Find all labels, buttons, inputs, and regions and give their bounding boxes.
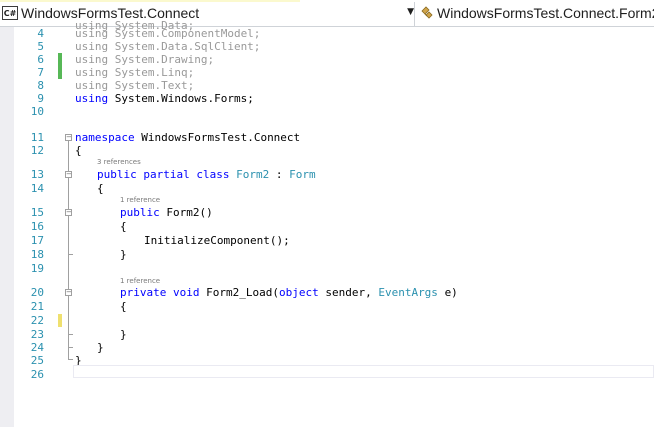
codelens-references[interactable]: 1 reference xyxy=(120,196,160,205)
outline-end xyxy=(68,347,73,348)
code-line: 15 public Form2() xyxy=(0,206,654,219)
code-line: 21 { xyxy=(0,300,654,313)
code-line: 19 xyxy=(0,262,654,275)
code-line: 5 using System.Data.SqlClient; xyxy=(0,40,654,53)
code-line: 9 using System.Windows.Forms; xyxy=(0,92,654,105)
code-text: using System.ComponentModel; xyxy=(75,27,261,40)
line-number: 14 xyxy=(30,182,44,195)
line-number: 21 xyxy=(30,300,44,313)
collapse-icon[interactable]: − xyxy=(65,209,72,216)
code-text: { xyxy=(75,144,82,157)
code-line: 13 public partial class Form2 : Form xyxy=(0,168,654,181)
code-text: namespace WindowsFormsTest.Connect xyxy=(75,131,301,144)
code-text: { xyxy=(97,182,104,195)
code-text: using System.Text; xyxy=(75,79,195,92)
code-line: 12 { xyxy=(0,144,654,157)
code-line: 17 InitializeComponent(); xyxy=(0,234,654,247)
code-text: using System.Drawing; xyxy=(75,53,215,66)
code-line: 11 namespace WindowsFormsTest.Connect xyxy=(0,131,654,144)
code-text: using System.Windows.Forms; xyxy=(75,92,254,105)
outline-end xyxy=(68,254,73,255)
code-text: { xyxy=(120,220,127,233)
outline-end xyxy=(68,359,73,360)
codelens-references[interactable]: 3 references xyxy=(97,158,141,167)
line-number: 10 xyxy=(30,105,44,118)
code-text: public Form2() xyxy=(120,206,213,219)
line-number: 7 xyxy=(37,66,44,79)
line-number: 22 xyxy=(30,314,44,327)
code-text: InitializeComponent(); xyxy=(144,234,290,247)
outline-end xyxy=(68,334,73,335)
collapse-icon[interactable]: − xyxy=(65,171,72,178)
code-line: 16 { xyxy=(0,220,654,233)
line-number: 9 xyxy=(37,92,44,105)
line-number: 24 xyxy=(30,341,44,354)
line-number: 13 xyxy=(30,168,44,181)
code-line: 20 private void Form2_Load(object sender… xyxy=(0,286,654,299)
line-number: 23 xyxy=(30,328,44,341)
csharp-project-icon: C# xyxy=(2,6,18,20)
code-text: } xyxy=(97,341,104,354)
code-text: private void Form2_Load(object sender, E… xyxy=(120,286,458,299)
collapse-icon[interactable]: − xyxy=(65,289,72,296)
code-text: { xyxy=(120,300,127,313)
line-number: 17 xyxy=(30,234,44,247)
line-number: 25 xyxy=(30,354,44,367)
line-number: 15 xyxy=(30,206,44,219)
code-line: 10 xyxy=(0,105,654,118)
line-number: 19 xyxy=(30,262,44,275)
saved-change-indicator xyxy=(58,53,62,79)
chevron-down-icon[interactable]: ▼ xyxy=(407,7,414,17)
code-line: 18 } xyxy=(0,248,654,261)
line-number: 18 xyxy=(30,248,44,261)
code-editor[interactable]: using System.Data; 4 using System.Compon… xyxy=(0,19,654,427)
code-line: 24 } xyxy=(0,341,654,354)
line-number: 11 xyxy=(30,131,44,144)
collapse-icon[interactable]: − xyxy=(65,134,72,141)
line-number: 16 xyxy=(30,220,44,233)
unsaved-change-indicator xyxy=(58,314,62,327)
code-line: 4 using System.ComponentModel; xyxy=(0,27,654,40)
code-line: 7 using System.Linq; xyxy=(0,66,654,79)
code-line: 23 } xyxy=(0,328,654,341)
nav-highlight xyxy=(0,0,300,2)
code-line: 22 xyxy=(0,314,654,327)
code-line: 8 using System.Text; xyxy=(0,79,654,92)
code-line: 14 { xyxy=(0,182,654,195)
codelens-references[interactable]: 1 reference xyxy=(120,277,160,286)
current-line-highlight xyxy=(73,365,654,378)
code-text: public partial class Form2 : Form xyxy=(97,168,316,181)
code-line: 6 using System.Drawing; xyxy=(0,53,654,66)
line-number: 8 xyxy=(37,79,44,92)
line-number: 4 xyxy=(37,27,44,40)
line-number: 26 xyxy=(30,368,44,381)
line-number: 5 xyxy=(37,40,44,53)
code-text: using System.Linq; xyxy=(75,66,195,79)
line-number: 20 xyxy=(30,286,44,299)
code-text: using System.Data.SqlClient; xyxy=(75,40,261,53)
code-text: } xyxy=(120,328,127,341)
code-text: } xyxy=(120,248,127,261)
line-number: 12 xyxy=(30,144,44,157)
line-number: 6 xyxy=(37,53,44,66)
